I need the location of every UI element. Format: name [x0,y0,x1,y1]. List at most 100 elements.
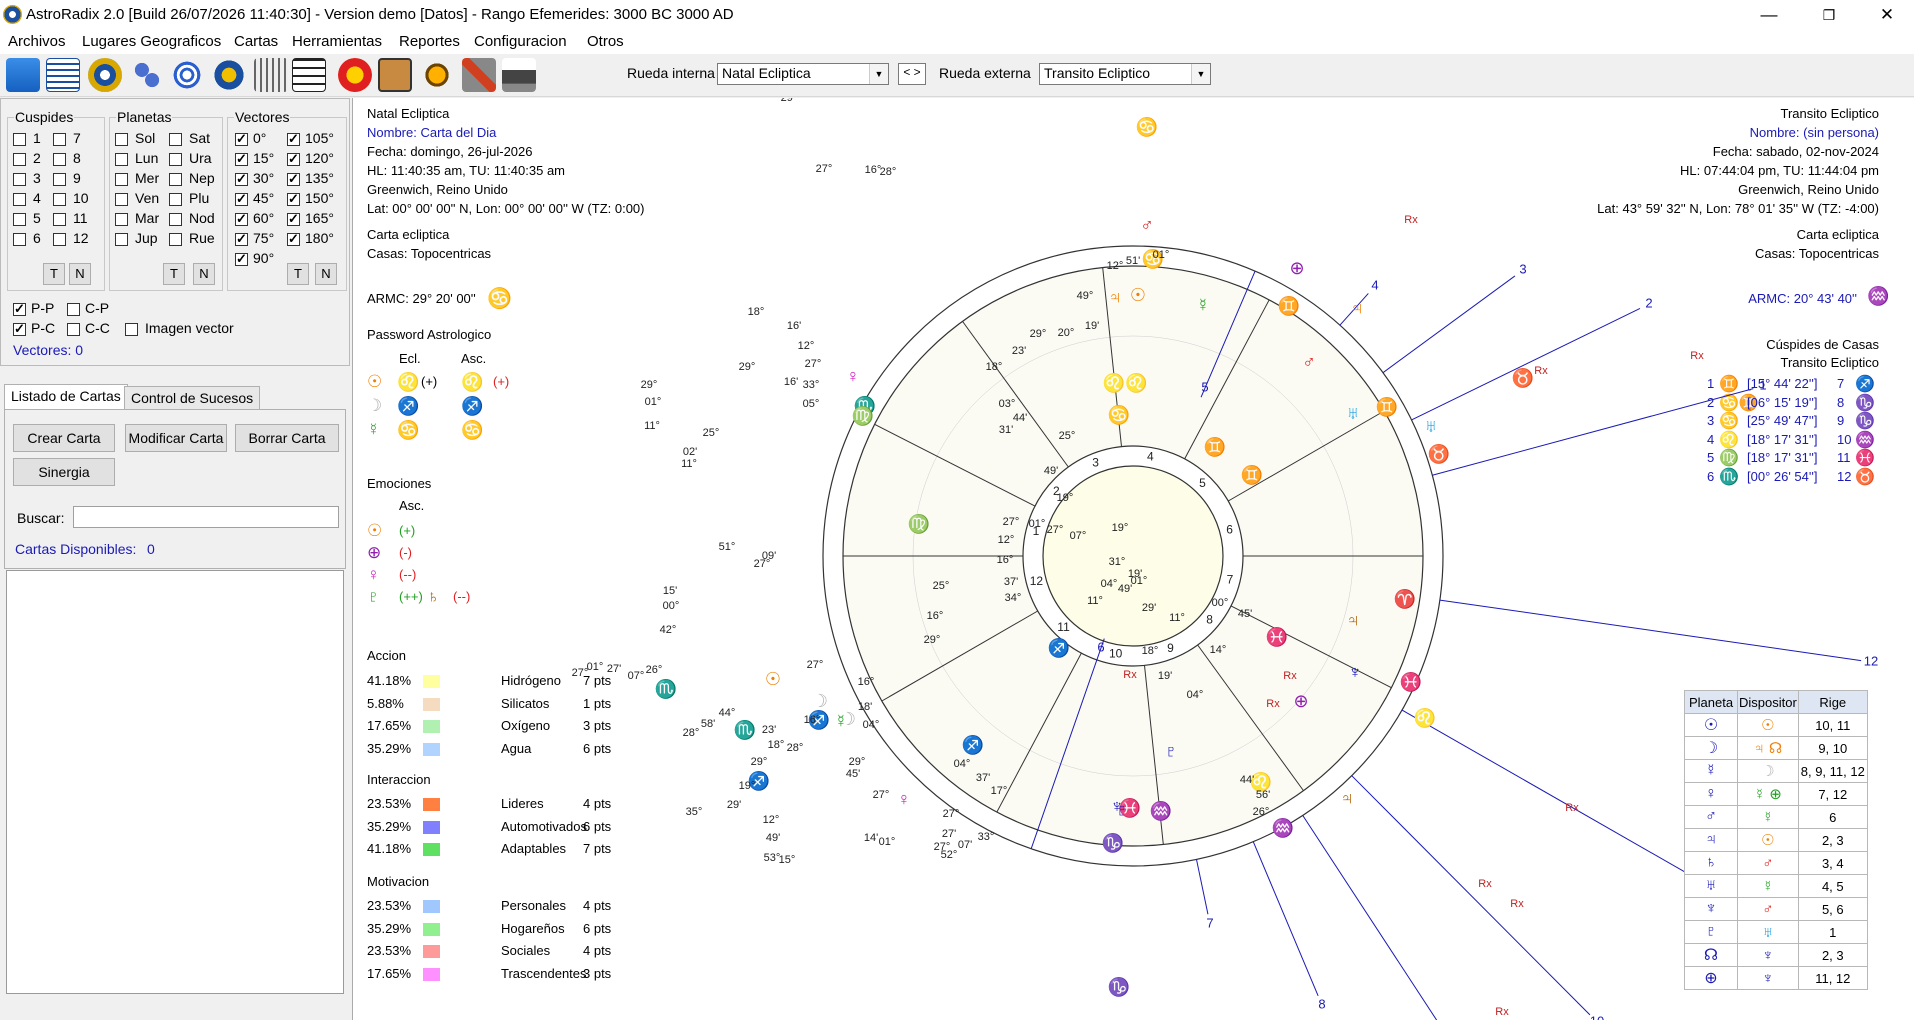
vector-checkbox[interactable] [235,231,248,247]
planeta-checkbox[interactable] [115,173,128,186]
planeta-checkbox[interactable] [115,133,128,146]
planeta-checkbox[interactable] [115,233,128,246]
vector-checkbox[interactable] [287,211,300,227]
cuspide-checkbox[interactable] [13,233,26,246]
open-folder-icon[interactable] [6,58,40,92]
cuspide-checkbox[interactable] [13,153,26,166]
vectores-t-button[interactable]: T [287,263,309,285]
cuspide-label: 4 [33,190,41,206]
planetas-t-button[interactable]: T [163,263,185,285]
cuspide-checkbox[interactable] [53,193,66,206]
zodiac-planet-glyph: ♏ [655,678,677,699]
sun-gear-icon[interactable] [420,58,454,92]
cc-checkbox[interactable] [67,323,80,336]
vector-checkbox[interactable] [235,211,248,227]
planeta-label: Nep [189,170,215,186]
planeta-checkbox[interactable] [115,193,128,206]
minimize-button[interactable]: — [1746,0,1792,30]
menu-cartas[interactable]: Cartas [234,33,278,50]
vector-checkbox[interactable] [287,171,300,187]
maximize-button[interactable]: ❐ [1806,0,1852,30]
synastry-icon[interactable] [130,58,164,92]
cartas-disponibles-label: Cartas Disponibles: [15,541,137,557]
menu-lugares[interactable]: Lugares Geograficos [82,33,221,50]
tab-control-sucesos[interactable]: Control de Sucesos [124,386,261,410]
outer-wheel-select[interactable]: Transito Ecliptico ▼ [1039,63,1211,85]
cuspide-checkbox[interactable] [53,173,66,186]
menu-herramientas[interactable]: Herramientas [292,33,382,50]
outer-house-number: 12 [1864,653,1878,668]
astrolabe-icon[interactable] [212,58,246,92]
cuspides-t-button[interactable]: T [43,263,65,285]
vectores-n-button[interactable]: N [315,263,337,285]
vector-checkbox[interactable] [287,231,300,247]
cuspide-checkbox[interactable] [13,193,26,206]
planeta-checkbox[interactable] [169,233,182,246]
zodiac-wheel-icon[interactable] [88,58,122,92]
buscar-input[interactable] [73,506,339,528]
degree-label: 17° [991,785,1008,797]
cp-checkbox[interactable] [67,303,80,316]
zodiac-planet-glyph: ♃ [1108,287,1122,307]
close-button[interactable]: ✕ [1864,0,1910,30]
planeta-checkbox[interactable] [169,193,182,206]
modificar-carta-button[interactable]: Modificar Carta [125,424,227,452]
rulers-table: Planeta Dispositor Rige ☉ ☉ 10, 11 ☽ ♃ ☊ 9, 1… [1684,690,1868,990]
vector-checkbox[interactable] [287,191,300,207]
cuspide-checkbox[interactable] [13,173,26,186]
vector-checkbox[interactable] [287,131,300,147]
orbit-icon[interactable] [170,58,204,92]
inner-wheel-label: Rueda interna [627,65,715,81]
degree-label: 42° [660,624,677,636]
vector-checkbox[interactable] [235,171,248,187]
imagen-vector-checkbox[interactable] [125,323,138,336]
inner-wheel-select[interactable]: Natal Ecliptica ▼ [717,63,889,85]
vector-checkbox[interactable] [235,251,248,267]
event-board-icon[interactable] [378,58,412,92]
menu-otros[interactable]: Otros [587,33,624,50]
planeta-checkbox[interactable] [169,173,182,186]
planetas-n-button[interactable]: N [193,263,215,285]
cuspide-checkbox[interactable] [53,213,66,226]
planeta-label: Nod [189,210,215,226]
swap-wheels-button[interactable]: < > [898,63,926,85]
tools-icon[interactable] [462,58,496,92]
zodiac-planet-glyph: ♈ [1394,588,1416,609]
cuspide-checkbox[interactable] [53,233,66,246]
planeta-label: Ven [135,190,160,206]
pp-checkbox[interactable] [13,301,26,317]
degree-label: 28° [683,727,700,739]
planeta-checkbox[interactable] [169,153,182,166]
crear-carta-button[interactable]: Crear Carta [13,424,115,452]
masks-icon[interactable] [338,58,372,92]
notes-icon[interactable] [254,58,288,92]
vector-checkbox[interactable] [235,191,248,207]
cuspides-n-button[interactable]: N [69,263,91,285]
borrar-carta-button[interactable]: Borrar Carta [235,424,339,452]
menu-archivos[interactable]: Archivos [8,33,66,50]
calendar-icon[interactable] [46,58,80,92]
menu-reportes[interactable]: Reportes [399,33,460,50]
degree-label: 25° [1059,430,1076,442]
cuspide-checkbox[interactable] [53,133,66,146]
sinergia-button[interactable]: Sinergia [13,458,115,486]
vector-checkbox[interactable] [287,151,300,167]
planeta-checkbox[interactable] [115,213,128,226]
pc-checkbox[interactable] [13,321,26,337]
cuspide-checkbox[interactable] [13,133,26,146]
cuspide-label: 10 [73,190,89,206]
vector-checkbox[interactable] [235,131,248,147]
planeta-checkbox[interactable] [169,213,182,226]
tab-listado-cartas[interactable]: Listado de Cartas [4,384,128,410]
grid-table-icon[interactable] [292,58,326,92]
inner-house-number: 12 [1030,574,1044,588]
cuspide-checkbox[interactable] [13,213,26,226]
printer-icon[interactable] [502,58,536,92]
menu-configuracion[interactable]: Configuracion [474,33,567,50]
cuspide-checkbox[interactable] [53,153,66,166]
dispositor-icon: ☿ [1737,874,1799,898]
planeta-checkbox[interactable] [115,153,128,166]
planeta-checkbox[interactable] [169,133,182,146]
cards-list[interactable] [6,570,344,994]
vector-checkbox[interactable] [235,151,248,167]
